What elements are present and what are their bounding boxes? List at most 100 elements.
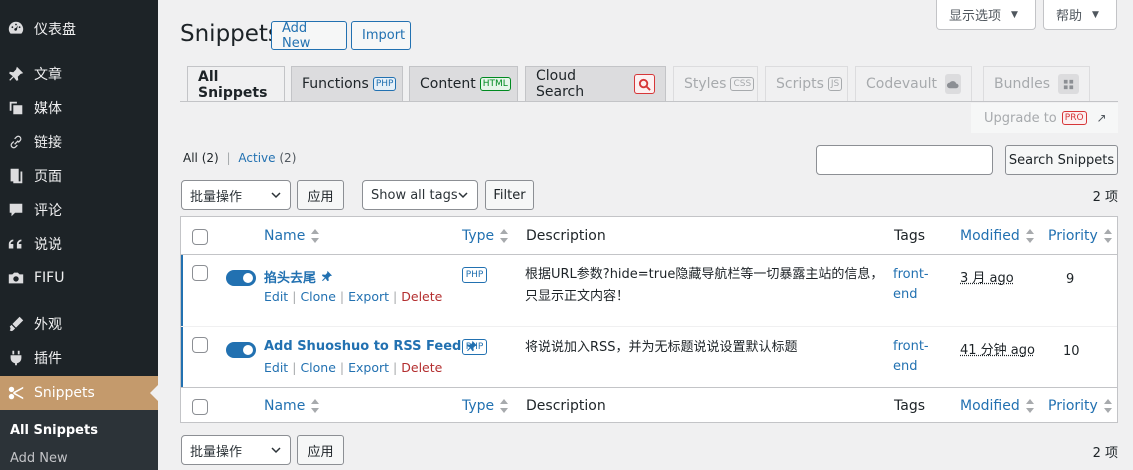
menu-item-pages[interactable]: 页面	[0, 159, 158, 193]
export-link[interactable]: Export	[348, 360, 389, 375]
search-snippets-button[interactable]: Search Snippets	[1005, 145, 1118, 175]
tab-codevault[interactable]: Codevault	[855, 66, 972, 101]
tab-label: Codevault	[866, 76, 937, 92]
edit-link[interactable]: Edit	[264, 360, 288, 375]
column-label: Type	[462, 398, 495, 414]
media-icon	[6, 98, 26, 118]
tab-styles[interactable]: Styles CSS	[673, 66, 758, 101]
column-name-header[interactable]: Name	[264, 228, 320, 244]
menu-item-media[interactable]: 媒体	[0, 91, 158, 125]
menu-item-links[interactable]: 链接	[0, 125, 158, 159]
tab-cloud-search[interactable]: Cloud Search	[525, 66, 666, 101]
footer-divider	[181, 387, 1117, 388]
column-priority-header[interactable]: Priority	[1048, 228, 1112, 244]
import-button[interactable]: Import	[351, 21, 411, 50]
tab-content[interactable]: Content HTML	[409, 66, 518, 101]
column-type-footer[interactable]: Type	[462, 398, 509, 414]
tab-functions[interactable]: Functions PHP	[291, 66, 403, 101]
apply-button-bottom[interactable]: 应用	[297, 435, 344, 465]
bulk-action-select-bottom[interactable]: 批量操作	[181, 435, 291, 465]
menu-item-fifu[interactable]: FIFU	[0, 261, 158, 295]
filter-button[interactable]: Filter	[485, 180, 534, 210]
menu-item-snippets[interactable]: Snippets	[0, 376, 158, 410]
tab-all-snippets[interactable]: All Snippets	[187, 66, 285, 102]
description-line: 将说说加入RSS，并为无标题说说设置默认标题	[525, 340, 798, 355]
tab-bundles[interactable]: Bundles	[983, 66, 1090, 101]
column-label: Priority	[1048, 228, 1098, 244]
edit-link[interactable]: Edit	[264, 289, 288, 304]
sort-icon	[1103, 229, 1112, 243]
filter-active[interactable]: Active (2)	[238, 151, 296, 165]
column-name-footer[interactable]: Name	[264, 398, 320, 414]
delete-link[interactable]: Delete	[401, 360, 442, 375]
tag-text: end	[893, 287, 918, 302]
tag-text: front-	[893, 267, 929, 282]
menu-item-appearance[interactable]: 外观	[0, 307, 158, 341]
tag-link[interactable]: front- end	[893, 337, 933, 377]
column-type-header[interactable]: Type	[462, 228, 509, 244]
type-php-badge[interactable]: PHP	[462, 339, 487, 355]
menu-label: 链接	[34, 135, 62, 151]
menu-item-comments[interactable]: 评论	[0, 193, 158, 227]
delete-link[interactable]: Delete	[401, 289, 442, 304]
menu-item-dashboard[interactable]: 仪表盘	[0, 12, 158, 46]
tab-label: Scripts	[776, 76, 824, 92]
snippet-active-toggle[interactable]	[226, 270, 256, 286]
description-line: 根据URL参数?hide=true隐藏导航栏等一切暴露主站的信息，	[525, 267, 884, 282]
apply-button-top[interactable]: 应用	[297, 180, 344, 210]
export-link[interactable]: Export	[348, 289, 389, 304]
row-checkbox[interactable]	[192, 265, 208, 281]
column-modified-footer[interactable]: Modified	[960, 398, 1034, 414]
priority-value: 9	[1066, 272, 1075, 287]
chevron-down-icon	[271, 192, 281, 199]
item-count-bottom: 2 项	[1092, 446, 1118, 461]
filter-all[interactable]: All (2)	[183, 151, 219, 165]
camera-icon	[6, 268, 26, 288]
current-menu-arrow	[150, 385, 158, 401]
add-new-button[interactable]: Add New	[271, 21, 347, 51]
appearance-icon	[6, 314, 26, 334]
sort-icon	[500, 399, 509, 413]
menu-item-shuoshuo[interactable]: 说说	[0, 227, 158, 261]
tag-link[interactable]: front- end	[893, 265, 933, 305]
snippet-active-toggle[interactable]	[226, 342, 256, 358]
submenu-all-snippets[interactable]: All Snippets	[10, 423, 98, 438]
tag-text: front-	[893, 339, 929, 354]
snippet-name: 掐头去尾	[264, 271, 317, 286]
type-php-badge[interactable]: PHP	[462, 267, 487, 283]
screen-options-button[interactable]: 显示选项 ▼	[936, 0, 1036, 30]
submenu-add-new[interactable]: Add New	[10, 451, 68, 466]
pro-badge: PRO	[1061, 111, 1087, 125]
sort-icon	[1103, 399, 1112, 413]
snippet-name: Add Shuoshuo to RSS Feed	[264, 339, 462, 354]
tab-label: Cloud Search	[536, 68, 585, 100]
menu-label: 文章	[34, 67, 62, 83]
chevron-down-icon	[458, 192, 468, 199]
column-priority-footer[interactable]: Priority	[1048, 398, 1112, 414]
snippet-name-link[interactable]: 掐头去尾	[264, 267, 333, 286]
select-all-checkbox[interactable]	[192, 229, 208, 245]
help-button[interactable]: 帮助 ▼	[1043, 0, 1117, 30]
tags-filter-select[interactable]: Show all tags	[362, 180, 478, 210]
snippet-name-link[interactable]: Add Shuoshuo to RSS Feed	[264, 339, 478, 354]
menu-label: 插件	[34, 351, 62, 367]
menu-item-plugins[interactable]: 插件	[0, 341, 158, 375]
select-all-checkbox-bottom[interactable]	[192, 399, 208, 415]
row-checkbox[interactable]	[192, 337, 208, 353]
column-tags-header: Tags	[894, 228, 925, 244]
filter-all-count: (2)	[201, 151, 219, 165]
snippet-description: 将说说加入RSS，并为无标题说说设置默认标题	[525, 337, 798, 359]
column-tags-footer: Tags	[894, 398, 925, 414]
search-input[interactable]	[816, 145, 993, 175]
sort-icon	[500, 229, 509, 243]
bulk-action-select-top[interactable]: 批量操作	[181, 180, 291, 210]
clone-link[interactable]: Clone	[300, 289, 335, 304]
column-modified-header[interactable]: Modified	[960, 228, 1034, 244]
column-label: Type	[462, 228, 495, 244]
tags-filter-value: Show all tags	[371, 187, 458, 203]
upgrade-to-pro-link[interactable]: Upgrade to PRO ↗	[971, 103, 1118, 133]
menu-item-posts[interactable]: 文章	[0, 57, 158, 91]
clone-link[interactable]: Clone	[300, 360, 335, 375]
tab-scripts[interactable]: Scripts JS	[765, 66, 848, 101]
cloud-icon	[944, 74, 961, 94]
